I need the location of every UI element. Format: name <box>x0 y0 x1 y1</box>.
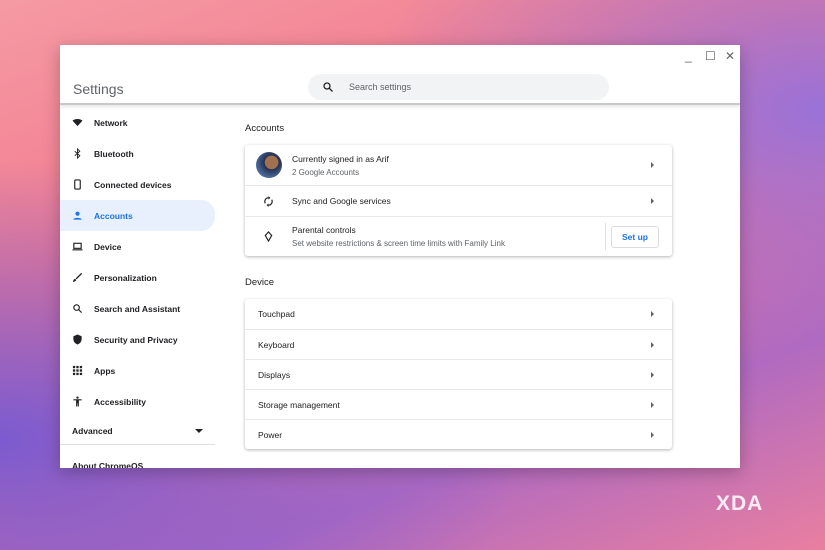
item-label: Displays <box>258 369 291 380</box>
sidebar-item-device[interactable]: Device <box>60 231 215 262</box>
sidebar-item-label: Accounts <box>94 210 133 221</box>
device-item-power[interactable]: Power <box>245 419 672 449</box>
sidebar-item-label: Network <box>94 117 128 128</box>
chevron-right-icon <box>651 401 654 408</box>
item-label: Power <box>258 429 283 440</box>
sidebar-item-about[interactable]: About ChromeOS <box>60 445 220 468</box>
sidebar-item-apps[interactable]: Apps <box>60 355 215 386</box>
sidebar: Network Bluetooth Connected devices Acco… <box>60 107 220 468</box>
signed-in-row[interactable]: Currently signed in as Arif 2 Google Acco… <box>245 145 672 185</box>
search-placeholder: Search settings <box>349 82 412 92</box>
avatar <box>255 152 282 178</box>
device-card: Touchpad Keyboard Displays Storage manag… <box>245 299 672 449</box>
bluetooth-icon <box>74 148 81 159</box>
chevron-right-icon <box>651 341 654 348</box>
sidebar-item-label: Security and Privacy <box>94 334 178 345</box>
minimize-button[interactable]: _ <box>685 49 692 63</box>
sidebar-item-label: Connected devices <box>94 179 172 190</box>
item-label: Touchpad <box>258 309 295 319</box>
advanced-toggle[interactable]: Advanced <box>60 417 215 445</box>
advanced-label: Advanced <box>72 425 113 436</box>
search-input[interactable]: Search settings <box>308 74 609 100</box>
signed-in-label: Currently signed in as Arif <box>292 153 389 164</box>
device-item-keyboard[interactable]: Keyboard <box>245 329 672 359</box>
sidebar-item-accounts[interactable]: Accounts <box>60 200 215 231</box>
person-icon <box>73 211 82 220</box>
sidebar-item-label: Personalization <box>94 272 157 283</box>
sidebar-item-label: Apps <box>94 365 116 376</box>
item-label: Keyboard <box>258 339 295 350</box>
sidebar-item-security-and-privacy[interactable]: Security and Privacy <box>60 324 215 355</box>
signed-in-sub: 2 Google Accounts <box>292 167 360 177</box>
parental-sub: Set website restrictions & screen time l… <box>292 239 505 248</box>
sidebar-item-connected-devices[interactable]: Connected devices <box>60 169 215 200</box>
header: _ ☐ ✕ Settings Search settings <box>60 45 740 105</box>
sync-label: Sync and Google services <box>292 196 391 206</box>
sync-icon <box>264 195 273 207</box>
family-link-icon <box>264 231 273 242</box>
chevron-right-icon <box>651 198 654 204</box>
maximize-button[interactable]: ☐ <box>705 49 716 63</box>
device-item-displays[interactable]: Displays <box>245 359 672 389</box>
sidebar-item-label: Search and Assistant <box>94 303 181 314</box>
chevron-right-icon <box>651 311 654 317</box>
sidebar-item-personalization[interactable]: Personalization <box>60 262 215 293</box>
laptop-icon <box>72 242 83 251</box>
sidebar-item-search-and-assistant[interactable]: Search and Assistant <box>60 293 215 324</box>
grid-icon <box>72 365 83 376</box>
sidebar-item-label: Accessibility <box>94 396 146 407</box>
parental-controls-row[interactable]: Parental controls Set website restriction… <box>245 216 672 256</box>
chevron-down-icon <box>195 428 203 433</box>
sidebar-item-label: Bluetooth <box>94 148 134 159</box>
parental-label: Parental controls <box>292 225 356 235</box>
search-icon <box>73 304 83 314</box>
device-item-touchpad[interactable]: Touchpad <box>245 299 672 329</box>
sidebar-item-network[interactable]: Network <box>60 107 215 138</box>
settings-window: _ ☐ ✕ Settings Search settings Network B… <box>60 45 740 468</box>
sidebar-item-bluetooth[interactable]: Bluetooth <box>60 138 215 169</box>
item-label: Storage management <box>258 399 340 410</box>
accounts-card: Currently signed in as Arif 2 Google Acco… <box>245 145 672 256</box>
page-title: Settings <box>73 81 124 97</box>
divider <box>605 223 606 250</box>
chevron-right-icon <box>651 371 654 378</box>
chevron-right-icon <box>651 162 654 168</box>
sidebar-item-accessibility[interactable]: Accessibility <box>60 386 215 417</box>
sidebar-item-label: Device <box>94 241 122 252</box>
set-up-button[interactable]: Set up <box>611 225 659 248</box>
accounts-heading: Accounts <box>245 123 285 134</box>
brush-icon <box>72 272 83 283</box>
device-heading: Device <box>245 277 275 288</box>
phone-icon <box>74 179 81 190</box>
chevron-right-icon <box>651 431 654 438</box>
accessibility-icon <box>73 396 82 407</box>
device-item-storage[interactable]: Storage management <box>245 389 672 419</box>
wifi-icon <box>72 118 83 127</box>
xda-watermark: XDA <box>716 492 764 515</box>
search-icon <box>323 82 333 92</box>
shield-icon <box>73 334 82 345</box>
close-button[interactable]: ✕ <box>725 49 735 63</box>
sync-row[interactable]: Sync and Google services <box>245 185 672 216</box>
